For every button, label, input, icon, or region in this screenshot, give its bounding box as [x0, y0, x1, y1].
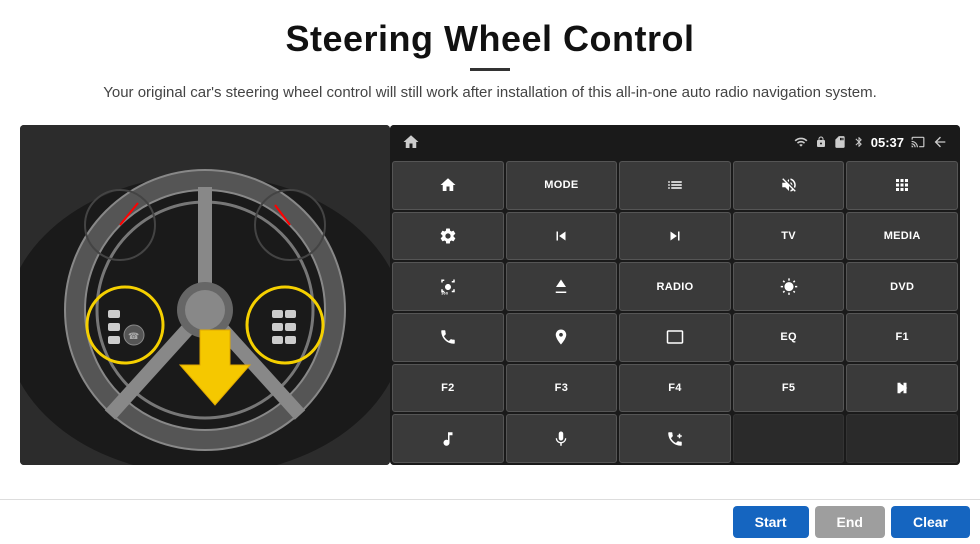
btn-f2[interactable]: F2	[392, 364, 504, 413]
status-time: 05:37	[871, 135, 904, 150]
btn-phone[interactable]	[392, 313, 504, 362]
lock-icon	[815, 135, 827, 149]
status-bar-left	[402, 133, 420, 151]
main-content: ☎	[0, 115, 980, 475]
home-status-icon	[402, 133, 420, 151]
btn-mic[interactable]	[506, 414, 618, 463]
steering-wheel-image: ☎	[20, 125, 390, 465]
end-button[interactable]: End	[815, 506, 885, 538]
btn-f1[interactable]: F1	[846, 313, 958, 362]
header-section: Steering Wheel Control Your original car…	[0, 0, 980, 115]
svg-text:☎: ☎	[128, 331, 139, 341]
status-bar-right: 05:37	[793, 134, 948, 150]
btn-brightness[interactable]	[733, 262, 845, 311]
btn-f5[interactable]: F5	[733, 364, 845, 413]
btn-f3[interactable]: F3	[506, 364, 618, 413]
button-grid: MODE	[390, 159, 960, 465]
status-bar: 05:37	[390, 125, 960, 159]
btn-tv[interactable]: TV	[733, 212, 845, 261]
header-description: Your original car's steering wheel contr…	[40, 81, 940, 105]
btn-music[interactable]	[392, 414, 504, 463]
btn-dvd[interactable]: DVD	[846, 262, 958, 311]
btn-empty1	[733, 414, 845, 463]
cast-icon	[910, 135, 926, 149]
btn-call[interactable]	[619, 414, 731, 463]
clear-button[interactable]: Clear	[891, 506, 970, 538]
btn-media[interactable]: MEDIA	[846, 212, 958, 261]
btn-mute[interactable]	[733, 161, 845, 210]
back-icon	[932, 134, 948, 150]
page-title: Steering Wheel Control	[40, 18, 940, 60]
btn-playpause[interactable]	[846, 364, 958, 413]
btn-home[interactable]	[392, 161, 504, 210]
wifi-icon	[793, 135, 809, 149]
btn-apps[interactable]	[846, 161, 958, 210]
btn-eq[interactable]: EQ	[733, 313, 845, 362]
title-divider	[470, 68, 510, 71]
btn-360cam[interactable]: 360	[392, 262, 504, 311]
page-container: Steering Wheel Control Your original car…	[0, 0, 980, 544]
btn-nav[interactable]	[506, 313, 618, 362]
btn-f4[interactable]: F4	[619, 364, 731, 413]
bottom-bar: Start End Clear	[0, 499, 980, 544]
start-button[interactable]: Start	[733, 506, 809, 538]
btn-empty2	[846, 414, 958, 463]
btn-prev[interactable]	[506, 212, 618, 261]
btn-screen[interactable]	[619, 313, 731, 362]
bluetooth-icon	[853, 134, 865, 150]
btn-list[interactable]	[619, 161, 731, 210]
btn-radio[interactable]: RADIO	[619, 262, 731, 311]
btn-mode[interactable]: MODE	[506, 161, 618, 210]
svg-text:360: 360	[441, 291, 448, 295]
btn-eject[interactable]	[506, 262, 618, 311]
btn-settings[interactable]	[392, 212, 504, 261]
sd-icon	[833, 135, 847, 149]
btn-next[interactable]	[619, 212, 731, 261]
control-panel: 05:37 MODE	[390, 125, 960, 465]
